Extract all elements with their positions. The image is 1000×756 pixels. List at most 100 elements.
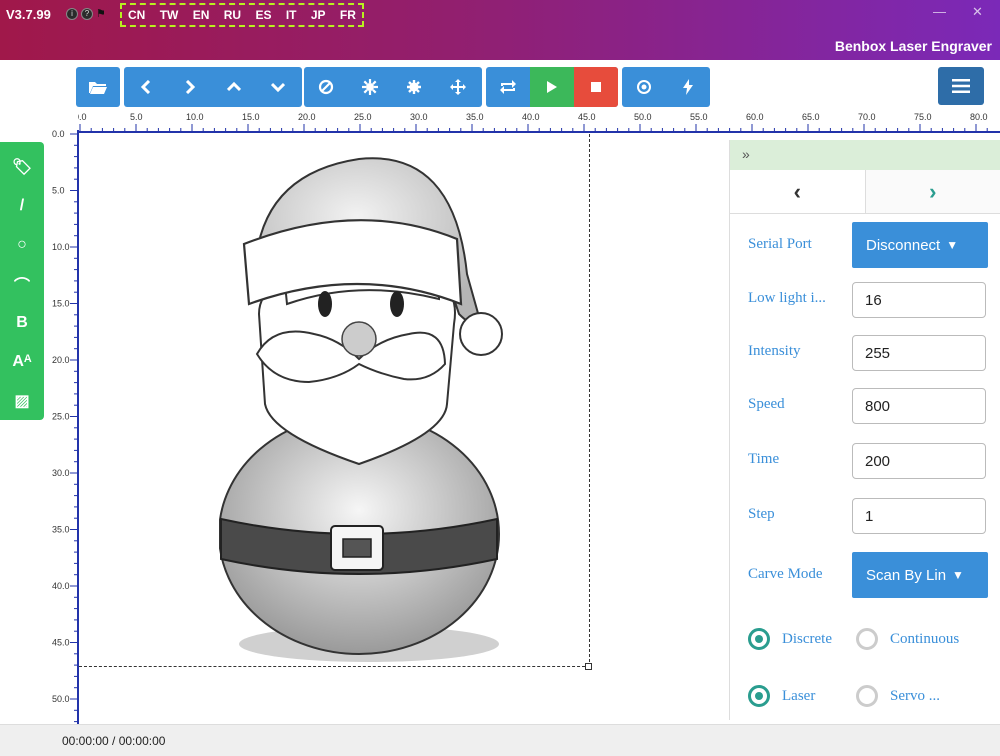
version-label: V3.7.99 bbox=[6, 7, 51, 22]
intensity-input[interactable] bbox=[852, 335, 986, 371]
stop-button[interactable] bbox=[574, 67, 618, 107]
chevron-up-icon bbox=[227, 81, 241, 92]
ruler-y-label: 20.0 bbox=[52, 355, 70, 365]
ruler-y-label: 30.0 bbox=[52, 468, 70, 478]
carve-mode-row: Carve Mode Scan By Lin ▼ bbox=[730, 552, 1000, 600]
ruler-x-label: 80.0 bbox=[970, 112, 988, 122]
lang-fr[interactable]: FR bbox=[340, 8, 356, 22]
image-icon: ▨ bbox=[14, 392, 30, 410]
move-left-button[interactable] bbox=[124, 67, 168, 107]
ruler-horizontal: 0.0 5.0 10.0 15.0 20.0 25.0 30.0 35.0 40.0 45.0 50… bbox=[78, 112, 1000, 133]
tab-next[interactable]: › bbox=[865, 170, 1000, 213]
lang-jp[interactable]: JP bbox=[311, 8, 326, 22]
santa-image[interactable] bbox=[219, 154, 519, 674]
image-tool-button[interactable]: ▨ bbox=[0, 381, 44, 420]
radio-discrete[interactable]: Discrete bbox=[748, 628, 832, 650]
time-input[interactable] bbox=[852, 443, 986, 479]
move-down-button[interactable] bbox=[256, 67, 300, 107]
lang-cn[interactable]: CN bbox=[128, 8, 145, 22]
caret-down-icon: ▼ bbox=[952, 568, 964, 582]
file-group bbox=[76, 67, 120, 107]
folder-open-icon bbox=[89, 82, 107, 94]
info-icon[interactable]: i bbox=[66, 8, 78, 20]
settings-panel: » ‹ › Serial Port Disconnect ▼ Low light … bbox=[729, 140, 1000, 720]
title-bar: V3.7.99 i ? ⚑ CN TW EN RU ES IT JP FR — … bbox=[0, 0, 1000, 60]
panel-collapse[interactable]: » bbox=[730, 140, 1000, 170]
font-size-icon: Aᴬ bbox=[12, 352, 32, 370]
ruler-x-label: 25.0 bbox=[354, 112, 372, 122]
serial-port-button[interactable]: Disconnect ▼ bbox=[852, 222, 988, 268]
font-tool-button[interactable]: Aᴬ bbox=[0, 342, 44, 381]
ruler-x-label: 70.0 bbox=[858, 112, 876, 122]
radio-laser[interactable]: Laser bbox=[748, 685, 815, 707]
radio-continuous-label: Continuous bbox=[890, 630, 960, 647]
minimize-button[interactable]: — bbox=[933, 4, 946, 19]
radio-servo[interactable]: Servo ... bbox=[856, 685, 940, 707]
move-icon bbox=[450, 79, 466, 95]
ruler-x-label: 5.0 bbox=[130, 112, 143, 122]
advanced-settings-button[interactable] bbox=[392, 67, 436, 107]
elapsed-time: 00:00:00 / 00:00:00 bbox=[62, 734, 166, 748]
carve-mode-value: Scan By Lin bbox=[866, 566, 947, 584]
help-icon[interactable]: ? bbox=[81, 8, 93, 20]
line-tool-button[interactable]: / bbox=[0, 187, 44, 226]
status-bar: 00:00:00 / 00:00:00 bbox=[0, 724, 1000, 756]
position-button[interactable] bbox=[436, 67, 480, 107]
chevron-down-icon bbox=[271, 82, 285, 93]
ruler-x-label: 40.0 bbox=[522, 112, 540, 122]
ruler-y-label: 45.0 bbox=[52, 638, 70, 648]
target-icon bbox=[637, 80, 651, 94]
language-selector: CN TW EN RU ES IT JP FR bbox=[120, 3, 364, 27]
ruler-x-label: 60.0 bbox=[746, 112, 764, 122]
flag-icon[interactable]: ⚑ bbox=[96, 8, 108, 20]
tag-icon: 🏷 bbox=[11, 159, 33, 177]
app-window: V3.7.99 i ? ⚑ CN TW EN RU ES IT JP FR — … bbox=[0, 0, 1000, 756]
cancel-button[interactable] bbox=[304, 67, 348, 107]
tag-tool-button[interactable]: 🏷 bbox=[0, 148, 44, 187]
move-up-button[interactable] bbox=[212, 67, 256, 107]
ban-icon bbox=[318, 79, 334, 95]
start-button[interactable] bbox=[530, 67, 574, 107]
menu-button[interactable] bbox=[938, 67, 984, 105]
text-tool-button[interactable]: B bbox=[0, 303, 44, 342]
step-input[interactable] bbox=[852, 498, 986, 534]
lang-en[interactable]: EN bbox=[193, 8, 210, 22]
lang-it[interactable]: IT bbox=[286, 8, 297, 22]
ruler-x-label: 15.0 bbox=[242, 112, 260, 122]
tab-previous[interactable]: ‹ bbox=[730, 170, 866, 213]
open-file-button[interactable] bbox=[76, 67, 120, 107]
ruler-x-label: 10.0 bbox=[186, 112, 204, 122]
speed-label: Speed bbox=[748, 396, 785, 412]
hamburger-menu-icon bbox=[952, 79, 970, 93]
move-group bbox=[124, 67, 302, 107]
radio-continuous[interactable]: Continuous bbox=[856, 628, 959, 650]
bold-text-icon: B bbox=[16, 313, 28, 331]
arc-tool-button[interactable]: ⌒ bbox=[0, 265, 44, 304]
serial-port-label: Serial Port bbox=[748, 236, 812, 252]
settings-button[interactable] bbox=[348, 67, 392, 107]
move-right-button[interactable] bbox=[168, 67, 212, 107]
target-button[interactable] bbox=[622, 67, 666, 107]
line-icon: / bbox=[19, 197, 25, 215]
low-light-input[interactable] bbox=[852, 282, 986, 318]
bolt-icon bbox=[683, 79, 693, 95]
lang-tw[interactable]: TW bbox=[160, 8, 179, 22]
close-button[interactable]: ✕ bbox=[972, 4, 983, 20]
repeat-button[interactable] bbox=[486, 67, 530, 107]
flash-button[interactable] bbox=[666, 67, 710, 107]
chevron-right-icon bbox=[185, 80, 196, 94]
carve-mode-label: Carve Mode bbox=[748, 566, 823, 582]
ruler-y-label: 25.0 bbox=[52, 412, 70, 422]
speed-input[interactable] bbox=[852, 388, 986, 424]
panel-tabs: ‹ › bbox=[730, 170, 1000, 214]
ruler-x-label: 30.0 bbox=[410, 112, 428, 122]
ruler-x-label: 65.0 bbox=[802, 112, 820, 122]
resize-handle[interactable] bbox=[585, 663, 592, 670]
radio-unchecked-icon bbox=[856, 685, 878, 707]
chevron-left-icon bbox=[140, 80, 151, 94]
circle-tool-button[interactable]: ○ bbox=[0, 226, 44, 265]
carve-mode-button[interactable]: Scan By Lin ▼ bbox=[852, 552, 988, 598]
lang-es[interactable]: ES bbox=[255, 8, 271, 22]
drawing-canvas[interactable] bbox=[79, 134, 729, 724]
lang-ru[interactable]: RU bbox=[224, 8, 241, 22]
